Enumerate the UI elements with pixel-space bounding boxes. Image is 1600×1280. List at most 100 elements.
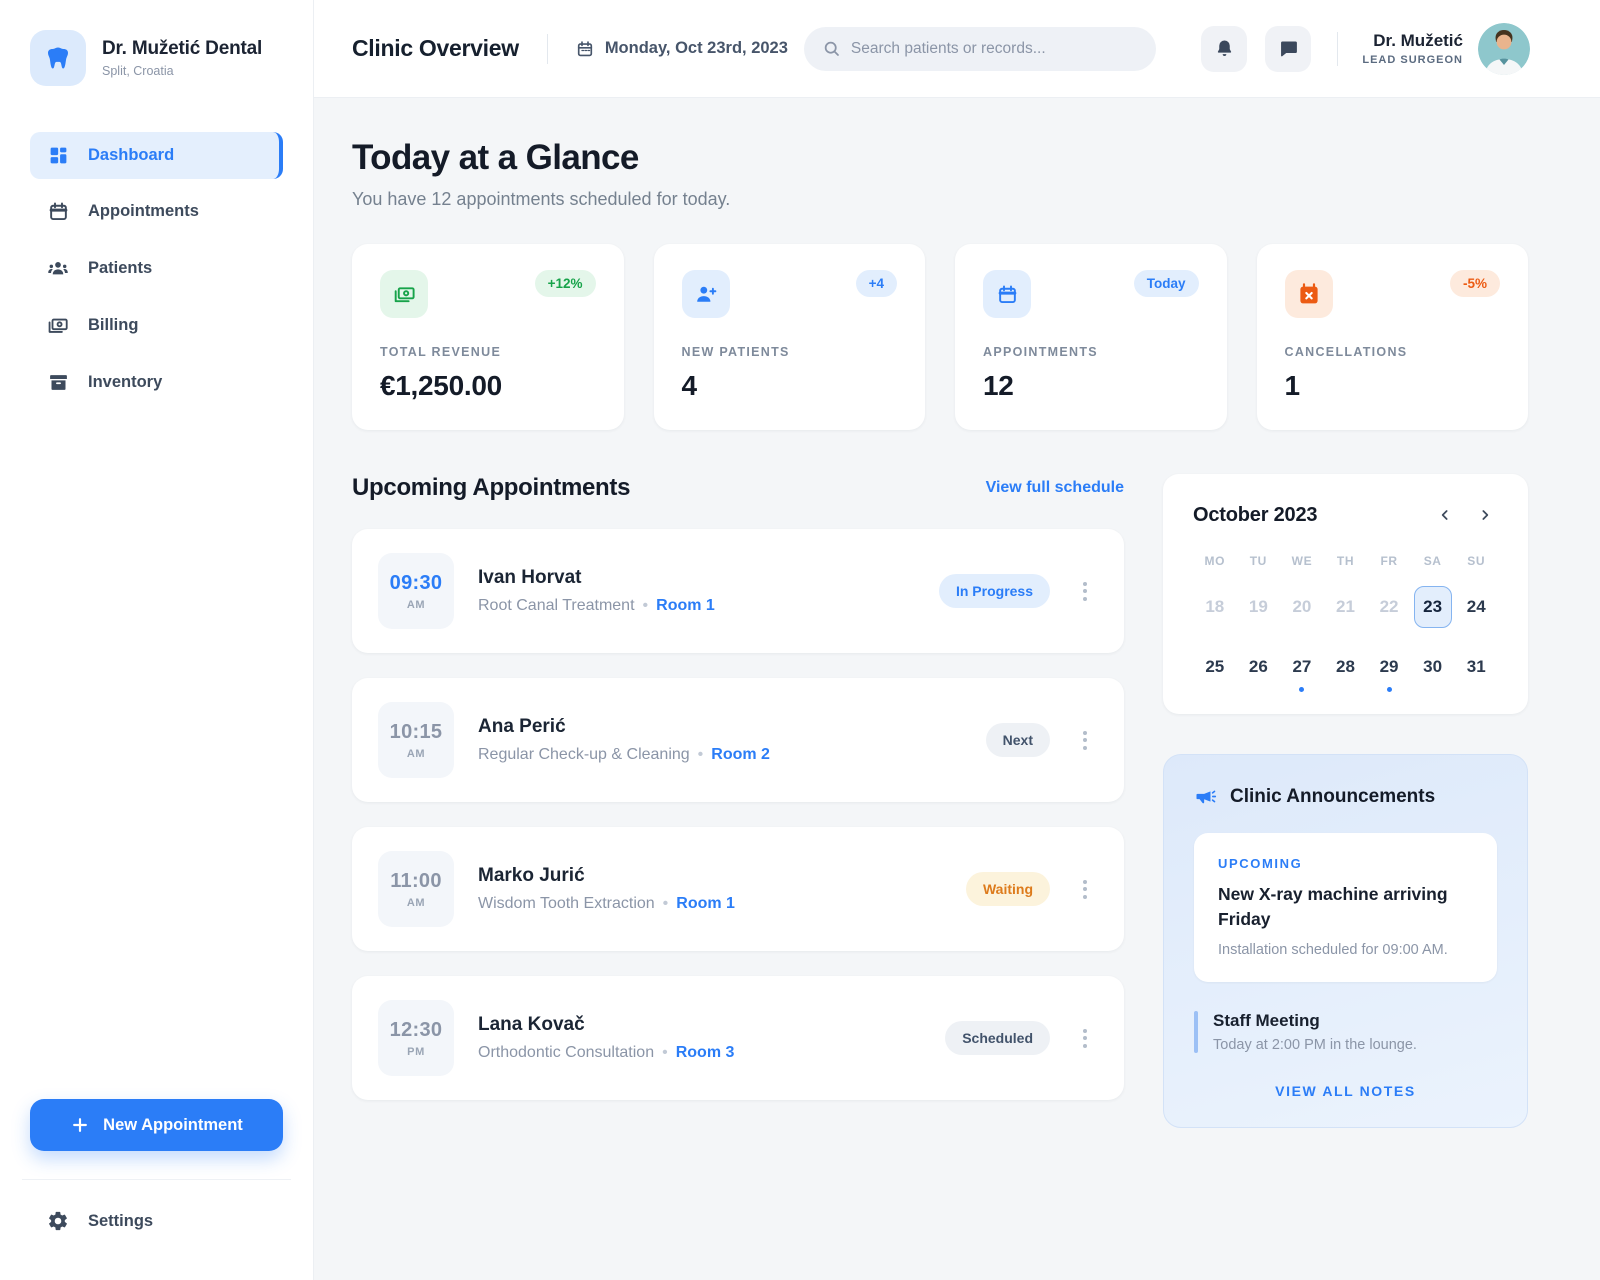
calendar-day-18[interactable]: 18 [1193, 586, 1237, 628]
stat-card-cancellations: -5%CANCELLATIONS1 [1257, 244, 1529, 430]
room-link[interactable]: Room 3 [676, 1044, 735, 1061]
plus-icon [70, 1115, 90, 1135]
search-input[interactable] [851, 40, 1138, 58]
avatar[interactable] [1478, 23, 1530, 75]
sidebar-item-settings[interactable]: Settings [30, 1198, 283, 1244]
new-appointment-label: New Appointment [103, 1116, 243, 1135]
calendar-day-header: FR [1367, 554, 1411, 568]
stat-card-total-revenue: +12%TOTAL REVENUE€1,250.00 [352, 244, 624, 430]
appointment-menu-button[interactable] [1072, 720, 1098, 760]
sidebar-item-patients[interactable]: Patients [30, 244, 283, 292]
sidebar-item-label: Inventory [88, 373, 162, 392]
room-link[interactable]: Room 1 [676, 895, 735, 912]
announcement-detail: Installation scheduled for 09:00 AM. [1218, 942, 1473, 958]
calendar-day-22[interactable]: 22 [1367, 586, 1411, 628]
stat-badge: +12% [535, 270, 596, 297]
stat-badge: Today [1134, 270, 1199, 297]
calendar-day-19[interactable]: 19 [1237, 586, 1281, 628]
appointments-title: Upcoming Appointments [352, 474, 630, 502]
calendar-day-21[interactable]: 21 [1324, 586, 1368, 628]
announcement-card: UPCOMING New X-ray machine arriving Frid… [1194, 833, 1497, 982]
search-bar [804, 27, 1156, 71]
sidebar-item-label: Patients [88, 259, 152, 278]
calendar-day-27[interactable]: 27 [1280, 646, 1324, 688]
sidebar-item-label: Dashboard [88, 146, 174, 165]
note-detail: Today at 2:00 PM in the lounge. [1213, 1037, 1417, 1053]
calendar-icon [576, 40, 594, 58]
upcoming-appointments-section: Upcoming Appointments View full schedule… [352, 474, 1124, 1100]
patient-name: Lana Kovač [478, 1014, 945, 1036]
calendar-month-title: October 2023 [1193, 504, 1317, 527]
room-link[interactable]: Room 2 [711, 746, 770, 763]
search-icon [822, 39, 841, 58]
user-plus-icon [694, 282, 718, 306]
sidebar-item-label: Appointments [88, 202, 199, 221]
announcement-tag: UPCOMING [1218, 856, 1473, 871]
room-link[interactable]: Room 1 [656, 597, 715, 614]
treatment-label: Regular Check-up & Cleaning [478, 746, 690, 763]
treatment-label: Orthodontic Consultation [478, 1044, 654, 1061]
announcement-title: New X-ray machine arriving Friday [1218, 882, 1473, 933]
calendar-day-header: SU [1454, 554, 1498, 568]
megaphone-icon [1194, 785, 1217, 808]
calendar-day-header: WE [1280, 554, 1324, 568]
stat-card-new-patients: +4NEW PATIENTS4 [654, 244, 926, 430]
header-divider-2 [1337, 32, 1338, 66]
chevron-left-icon [1437, 507, 1453, 523]
stat-label: APPOINTMENTS [983, 345, 1199, 359]
stat-badge: +4 [856, 270, 897, 297]
calendar-prev-button[interactable] [1432, 502, 1458, 528]
sidebar-item-dashboard[interactable]: Dashboard [30, 132, 283, 179]
status-badge: In Progress [939, 574, 1050, 608]
stat-card-appointments: TodayAPPOINTMENTS12 [955, 244, 1227, 430]
appointment-menu-button[interactable] [1072, 571, 1098, 611]
clinic-brand: Dr. Mužetić Dental Split, Croatia [30, 30, 283, 86]
stat-badge: -5% [1450, 270, 1500, 297]
user-meta: Dr. Mužetić LEAD SURGEON [1362, 31, 1463, 66]
status-badge: Waiting [966, 872, 1050, 906]
notifications-button[interactable] [1201, 26, 1247, 72]
calendar-day-29[interactable]: 29 [1367, 646, 1411, 688]
sidebar-item-inventory[interactable]: Inventory [30, 359, 283, 406]
event-dot [1387, 687, 1392, 692]
announcement-note: Staff Meeting Today at 2:00 PM in the lo… [1194, 1011, 1497, 1053]
sidebar-nav: Dashboard Appointments Patients Billing Inve… [30, 132, 283, 406]
calendar-day-26[interactable]: 26 [1237, 646, 1281, 688]
sidebar-item-label: Billing [88, 316, 138, 335]
header-divider [547, 34, 548, 64]
chat-icon [1278, 38, 1299, 59]
calendar-day-23[interactable]: 23 [1411, 586, 1455, 628]
appointment-row-ivan-horvat: 09:30AMIvan HorvatRoot Canal Treatment•R… [352, 529, 1124, 653]
clinic-announcements: Clinic Announcements UPCOMING New X-ray … [1163, 754, 1528, 1128]
new-appointment-button[interactable]: New Appointment [30, 1099, 283, 1151]
stat-value: 4 [682, 370, 898, 402]
archive-icon [47, 372, 69, 393]
appointment-time: 10:15AM [378, 702, 454, 778]
view-full-schedule-link[interactable]: View full schedule [986, 479, 1124, 497]
sidebar-item-appointments[interactable]: Appointments [30, 188, 283, 235]
view-all-notes-button[interactable]: VIEW ALL NOTES [1194, 1083, 1497, 1099]
calendar-day-20[interactable]: 20 [1280, 586, 1324, 628]
appointment-menu-button[interactable] [1072, 869, 1098, 909]
mini-calendar: October 2023 MOTUWETHFRSASU1819202122232… [1163, 474, 1528, 714]
calendar-day-31[interactable]: 31 [1454, 646, 1498, 688]
settings-label: Settings [88, 1212, 153, 1231]
sidebar-item-billing[interactable]: Billing [30, 301, 283, 350]
appointment-menu-button[interactable] [1072, 1018, 1098, 1058]
gear-icon [47, 1210, 69, 1232]
calendar-day-28[interactable]: 28 [1324, 646, 1368, 688]
calendar-day-24[interactable]: 24 [1454, 586, 1498, 628]
messages-button[interactable] [1265, 26, 1311, 72]
glance-title: Today at a Glance [352, 138, 1528, 178]
header-date: Monday, Oct 23rd, 2023 [576, 39, 788, 58]
stat-value: 1 [1285, 370, 1501, 402]
calendar-day-25[interactable]: 25 [1193, 646, 1237, 688]
calendar-next-button[interactable] [1472, 502, 1498, 528]
banknote-icon [393, 283, 416, 306]
appointment-time: 11:00AM [378, 851, 454, 927]
announcements-title: Clinic Announcements [1230, 786, 1435, 808]
page-title: Clinic Overview [352, 35, 519, 62]
calendar-day-30[interactable]: 30 [1411, 646, 1455, 688]
stat-label: TOTAL REVENUE [380, 345, 596, 359]
appointment-row-ana-peri: 10:15AMAna PerićRegular Check-up & Clean… [352, 678, 1124, 802]
